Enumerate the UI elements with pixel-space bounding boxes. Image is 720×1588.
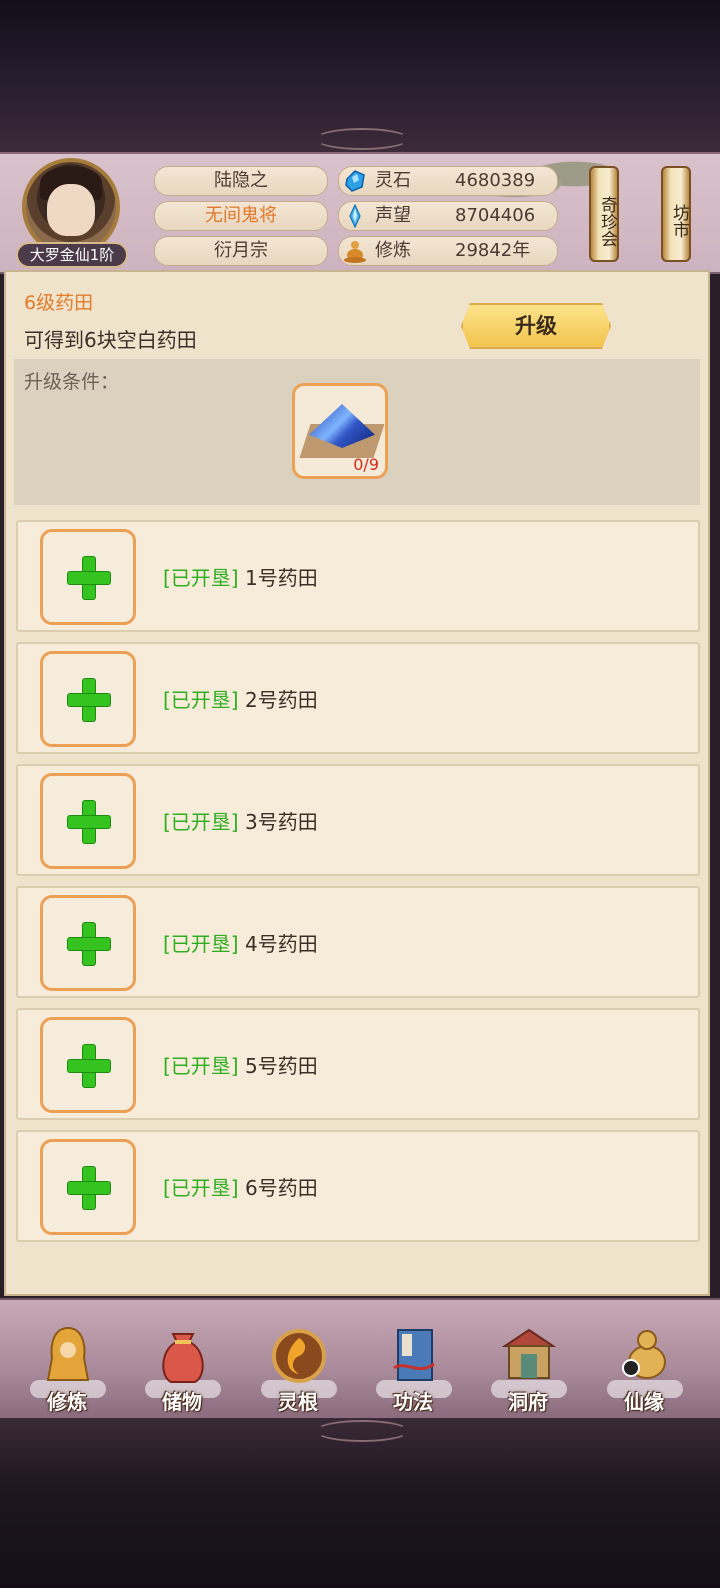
nav-label: 仙缘 [624, 1390, 664, 1414]
nav-immortal-fate[interactable]: 仙缘 [589, 1304, 699, 1414]
nav-label: 灵根 [278, 1390, 318, 1414]
herb-garden-panel: 6级药田 可得到6块空白药田 升级 升级条件： 0/9 [已开垦] 1号药田 [… [4, 270, 710, 1296]
player-sect: 衍月宗 [154, 236, 328, 266]
resource-label: 声望 [375, 205, 411, 226]
field-status: [已开垦] [163, 810, 239, 834]
field-status: [已开垦] [163, 566, 239, 590]
garden-description: 可得到6块空白药田 [24, 328, 197, 352]
technique-book-icon [393, 1329, 435, 1381]
spirit-stone-icon [345, 170, 365, 192]
field-label: [已开垦] 3号药田 [163, 806, 318, 835]
plus-icon-bar [68, 572, 110, 584]
upgrade-button[interactable]: 升级 [461, 303, 611, 349]
nav-label: 储物 [162, 1390, 202, 1414]
plus-icon-bar [68, 938, 110, 950]
plant-slot-button[interactable] [40, 1017, 136, 1113]
field-status: [已开垦] [163, 932, 239, 956]
plant-slot-button[interactable] [40, 895, 136, 991]
resource-value: 29842年 [455, 240, 531, 261]
herb-field-row: [已开垦] 2号药田 [16, 642, 700, 754]
cave-dwelling-icon [501, 1328, 557, 1379]
reputation-crystal-icon [349, 204, 361, 228]
resource-spirit-stone: 灵石 4680389 [338, 166, 558, 196]
field-name: 2号药田 [244, 688, 318, 712]
nav-technique[interactable]: 功法 [358, 1304, 468, 1414]
spirit-root-icon [272, 1329, 326, 1383]
plus-icon-bar [68, 816, 110, 828]
nav-label: 功法 [393, 1390, 433, 1414]
plant-slot-button[interactable] [40, 651, 136, 747]
cultivate-icon [46, 1326, 90, 1381]
plant-slot-button[interactable] [40, 529, 136, 625]
field-status: [已开垦] [163, 1176, 239, 1200]
nav-cultivate[interactable]: 修炼 [12, 1304, 122, 1414]
nav-label: 洞府 [508, 1390, 548, 1414]
resource-reputation: 声望 8704406 [338, 201, 558, 231]
market-button[interactable]: 坊市 [661, 166, 691, 262]
field-label: [已开垦] 1号药田 [163, 562, 318, 591]
herb-field-row: [已开垦] 5号药田 [16, 1008, 700, 1120]
nav-cave-dwelling[interactable]: 洞府 [473, 1304, 583, 1414]
field-label: [已开垦] 5号药田 [163, 1050, 318, 1079]
field-name: 6号药田 [244, 1176, 318, 1200]
field-label: [已开垦] 6号药田 [163, 1172, 318, 1201]
resource-value: 8704406 [455, 205, 536, 226]
nav-spirit-root[interactable]: 灵根 [243, 1304, 353, 1414]
field-name: 3号药田 [244, 810, 318, 834]
meditation-icon [344, 241, 366, 263]
upgrade-condition-panel: 升级条件： 0/9 [14, 359, 700, 505]
player-header: 大罗金仙1阶 陆隐之 无间鬼将 衍月宗 灵石 4680389 声望 870440… [0, 152, 720, 274]
field-label: [已开垦] 4号药田 [163, 928, 318, 957]
resource-value: 4680389 [455, 170, 536, 191]
herb-field-row: [已开垦] 3号药田 [16, 764, 700, 876]
condition-label: 升级条件： [24, 371, 120, 393]
resource-label: 灵石 [375, 170, 411, 191]
player-name: 陆隐之 [154, 166, 328, 196]
field-name: 5号药田 [244, 1054, 318, 1078]
top-ornament [315, 128, 409, 150]
resource-cultivation: 修炼 29842年 [338, 236, 558, 266]
storage-bag-icon [162, 1333, 204, 1383]
nav-storage[interactable]: 储物 [127, 1304, 237, 1414]
bottom-navigation: 修炼 储物 灵根 功法 洞府 仙缘 [0, 1298, 720, 1420]
player-title: 无间鬼将 [154, 201, 328, 231]
garden-level-title: 6级药田 [24, 292, 94, 314]
plant-slot-button[interactable] [40, 1139, 136, 1235]
bottom-backdrop [0, 1418, 720, 1588]
treasure-auction-button[interactable]: 奇珍会 [589, 166, 619, 262]
rank-badge: 大罗金仙1阶 [16, 242, 128, 268]
field-name: 4号药田 [244, 932, 318, 956]
plus-icon-bar [68, 1060, 110, 1072]
resource-label: 修炼 [375, 240, 411, 261]
plant-slot-button[interactable] [40, 773, 136, 869]
herb-field-row: [已开垦] 4号药田 [16, 886, 700, 998]
item-count: 0/9 [353, 455, 379, 474]
plus-icon-bar [68, 1182, 110, 1194]
required-item-slot[interactable]: 0/9 [292, 383, 388, 479]
nav-label: 修炼 [47, 1390, 87, 1414]
herb-field-row: [已开垦] 1号药田 [16, 520, 700, 632]
field-status: [已开垦] [163, 1054, 239, 1078]
field-status: [已开垦] [163, 688, 239, 712]
field-name: 1号药田 [244, 566, 318, 590]
field-label: [已开垦] 2号药田 [163, 684, 318, 713]
herb-field-row: [已开垦] 6号药田 [16, 1130, 700, 1242]
bottom-ornament [315, 1420, 409, 1442]
immortal-fate-icon [622, 1330, 666, 1379]
plus-icon-bar [68, 694, 110, 706]
avatar-face [47, 184, 95, 236]
